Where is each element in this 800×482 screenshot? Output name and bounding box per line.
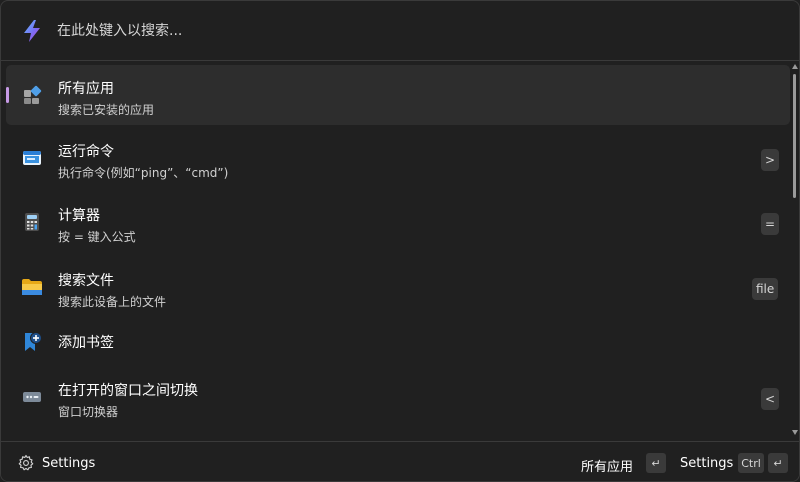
shortcut-key-badge: = bbox=[761, 213, 780, 235]
shortcut-key-badge: file bbox=[752, 278, 779, 300]
results-list: 所有应用 搜索已安装的应用 运行命令 执行命令(例如“ping”、“cmd”) … bbox=[1, 62, 793, 440]
list-item-window-switcher[interactable]: 在打开的窗口之间切换 窗口切换器 < bbox=[6, 367, 790, 427]
command-palette-window: 所有应用 搜索已安装的应用 运行命令 执行命令(例如“ping”、“cmd”) … bbox=[0, 0, 800, 482]
shortcut-key-badge: > bbox=[761, 149, 780, 171]
ctrl-key-badge: Ctrl bbox=[738, 453, 764, 473]
gear-icon[interactable] bbox=[17, 454, 35, 472]
settings-link[interactable]: Settings bbox=[42, 456, 95, 471]
scroll-up-icon[interactable] bbox=[792, 64, 798, 69]
list-item-calculator[interactable]: 计算器 按 = 键入公式 = bbox=[6, 192, 790, 252]
item-title: 在打开的窗口之间切换 bbox=[58, 383, 198, 399]
list-item-run-command[interactable]: 运行命令 执行命令(例如“ping”、“cmd”) > bbox=[6, 128, 790, 188]
item-subtitle: 窗口切换器 bbox=[58, 405, 119, 419]
enter-key-badge: ↵ bbox=[768, 453, 788, 473]
item-subtitle: 按 = 键入公式 bbox=[58, 230, 136, 244]
item-title: 计算器 bbox=[58, 208, 100, 224]
item-subtitle: 执行命令(例如“ping”、“cmd”) bbox=[58, 166, 229, 180]
list-item-add-bookmark[interactable]: 添加书签 bbox=[6, 312, 790, 372]
results-scrollbar[interactable] bbox=[791, 62, 799, 440]
item-subtitle: 搜索已安装的应用 bbox=[58, 103, 155, 117]
item-title: 运行命令 bbox=[58, 144, 114, 160]
lightning-bolt-icon bbox=[24, 20, 40, 42]
scrollbar-thumb[interactable] bbox=[793, 74, 796, 198]
item-title: 添加书签 bbox=[58, 335, 114, 351]
scroll-down-icon[interactable] bbox=[792, 430, 798, 435]
list-item-all-apps[interactable]: 所有应用 搜索已安装的应用 bbox=[6, 65, 790, 125]
secondary-action-label[interactable]: Settings bbox=[680, 456, 733, 471]
list-item-search-files[interactable]: 搜索文件 搜索此设备上的文件 file bbox=[6, 257, 790, 317]
window-switcher-icon bbox=[23, 392, 41, 402]
bookmark-add-icon bbox=[25, 332, 42, 351]
shortcut-key-badge: < bbox=[761, 388, 780, 410]
all-apps-icon bbox=[24, 85, 42, 104]
footer-bar: Settings 所有应用 ↵ Settings Ctrl ↵ bbox=[1, 441, 799, 481]
selection-indicator bbox=[6, 87, 9, 103]
item-title: 搜索文件 bbox=[58, 273, 114, 289]
enter-key-badge: ↵ bbox=[646, 453, 666, 473]
folder-icon bbox=[22, 279, 42, 295]
primary-action-label[interactable]: 所有应用 bbox=[581, 456, 633, 475]
calculator-icon bbox=[25, 213, 39, 231]
search-bar bbox=[1, 1, 799, 61]
run-command-icon bbox=[23, 151, 41, 165]
item-subtitle: 搜索此设备上的文件 bbox=[58, 295, 167, 309]
item-title: 所有应用 bbox=[58, 81, 114, 97]
search-input[interactable] bbox=[57, 17, 757, 45]
